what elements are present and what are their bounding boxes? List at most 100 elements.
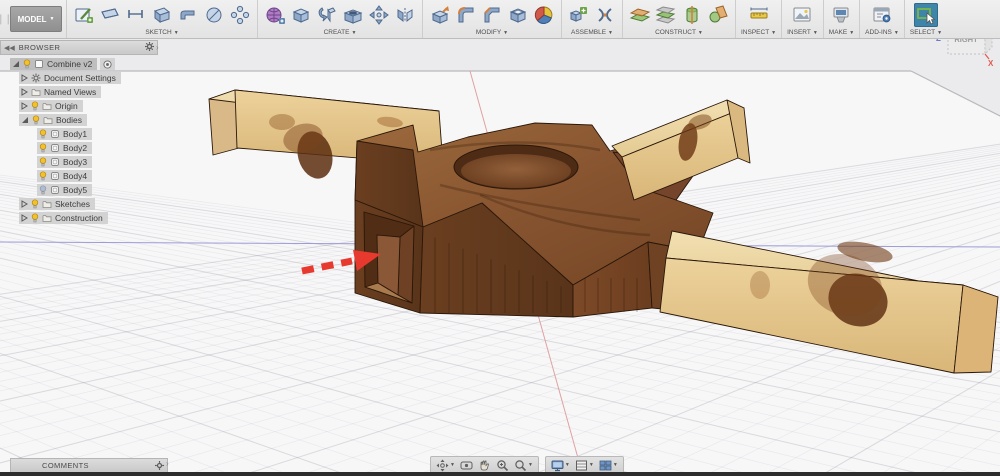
visibility-bulb-on-icon[interactable] <box>31 213 39 223</box>
axis-icon[interactable] <box>680 3 704 27</box>
browser-gear-icon[interactable] <box>145 42 154 53</box>
toolbar-group-label[interactable]: INSERT ▼ <box>787 28 818 37</box>
appearance-icon[interactable] <box>532 3 556 27</box>
tree-item-bodies[interactable]: Bodies <box>19 114 87 126</box>
tree-item-origin[interactable]: Origin <box>19 100 83 112</box>
fit-button[interactable]: ▼ <box>512 458 535 472</box>
activate-component-radio[interactable] <box>100 58 116 70</box>
toolbar-group-label[interactable]: CONSTRUCT ▼ <box>628 28 730 37</box>
browser-header[interactable]: ◀◀ BROWSER <box>0 40 158 55</box>
visibility-bulb-on-icon[interactable] <box>39 157 47 167</box>
create-sketch-icon[interactable] <box>72 3 96 27</box>
chevron-down-icon: ▼ <box>351 29 357 36</box>
revolve-icon[interactable] <box>315 3 339 27</box>
measure-icon[interactable] <box>747 3 771 27</box>
visibility-bulb-on-icon[interactable] <box>31 101 39 111</box>
tree-item-body5[interactable]: Body5 <box>37 184 93 196</box>
workspace-switcher[interactable]: MODEL ▼ <box>10 6 62 32</box>
toolbar-group-label[interactable]: ASSEMBLE ▼ <box>567 28 617 37</box>
expander-expanded-icon[interactable] <box>12 60 20 68</box>
comments-panel: COMMENTS › <box>10 458 169 473</box>
line-icon[interactable] <box>124 3 148 27</box>
visibility-bulb-on-icon[interactable] <box>23 59 31 69</box>
chevron-down-icon: ▼ <box>173 29 179 36</box>
press-pull-icon[interactable] <box>428 3 452 27</box>
box-icon[interactable] <box>289 3 313 27</box>
pattern-icon[interactable] <box>367 3 391 27</box>
joint-icon[interactable] <box>593 3 617 27</box>
midplane-icon[interactable] <box>654 3 678 27</box>
mirror-icon[interactable] <box>393 3 417 27</box>
visibility-bulb-on-icon[interactable] <box>31 199 39 209</box>
shell-icon[interactable] <box>506 3 530 27</box>
zoom-button[interactable] <box>494 458 511 472</box>
project-icon[interactable] <box>150 3 174 27</box>
chamfer-icon[interactable] <box>480 3 504 27</box>
visibility-bulb-on-icon[interactable] <box>32 115 40 125</box>
expander-expanded-icon[interactable] <box>21 116 29 124</box>
tree-item-body2[interactable]: Body2 <box>37 142 93 154</box>
collapse-left-icon[interactable]: ◀◀ <box>4 44 15 52</box>
toolbar-group-label[interactable]: ADD-INS ▼ <box>865 28 899 37</box>
look-at-button[interactable] <box>458 458 475 472</box>
expander-collapsed-icon[interactable] <box>21 214 28 222</box>
tree-item-named-views[interactable]: Named Views <box>19 86 102 98</box>
sweep-sketch-icon[interactable] <box>176 3 200 27</box>
rectangle-icon[interactable] <box>98 3 122 27</box>
folder-icon <box>42 101 52 111</box>
visibility-bulb-off-icon[interactable] <box>39 185 47 195</box>
comments-title: COMMENTS <box>42 461 89 470</box>
fillet-icon[interactable] <box>454 3 478 27</box>
toolbar-group-label[interactable]: SKETCH ▼ <box>72 28 252 37</box>
tree-item-label: Body5 <box>63 185 88 195</box>
make-print-icon[interactable] <box>829 3 853 27</box>
toolbar-group-label[interactable]: MODIFY ▼ <box>428 28 556 37</box>
body-icon <box>50 143 60 153</box>
grid-snaps-button[interactable]: ▼ <box>573 458 596 472</box>
toolbar-grip[interactable]: ❘❘ <box>0 0 12 38</box>
tree-item-body3[interactable]: Body3 <box>37 156 93 168</box>
sketch-pattern-icon[interactable] <box>228 3 252 27</box>
tree-item-sketches[interactable]: Sketches <box>19 198 95 210</box>
expander-collapsed-icon[interactable] <box>21 88 28 96</box>
workspace-label: MODEL <box>17 14 47 24</box>
offset-plane-icon[interactable] <box>628 3 652 27</box>
scripts-icon[interactable] <box>870 3 894 27</box>
hole-icon[interactable] <box>341 3 365 27</box>
tree-item-body1[interactable]: Body1 <box>37 128 93 140</box>
comments-header[interactable]: COMMENTS <box>10 458 168 473</box>
expander-collapsed-icon[interactable] <box>21 200 28 208</box>
comments-expand-icon[interactable]: › <box>166 459 169 468</box>
new-component-icon[interactable] <box>567 3 591 27</box>
tree-item-construction[interactable]: Construction <box>19 212 108 224</box>
display-settings-button[interactable]: ▼ <box>549 458 572 472</box>
body-icon <box>50 157 60 167</box>
visibility-bulb-on-icon[interactable] <box>39 143 47 153</box>
expander-collapsed-icon[interactable] <box>21 102 28 110</box>
chevron-down-icon: ▼ <box>849 29 855 36</box>
visibility-bulb-on-icon[interactable] <box>39 171 47 181</box>
visibility-bulb-on-icon[interactable] <box>39 129 47 139</box>
toolbar-group-label[interactable]: SELECT ▼ <box>910 28 942 37</box>
toolbar-group-label[interactable]: CREATE ▼ <box>263 28 417 37</box>
tree-item-combine-v2[interactable]: Combine v2 <box>10 58 98 70</box>
toolbar-group-insert: INSERT ▼ <box>781 0 823 38</box>
form-icon[interactable] <box>263 3 287 27</box>
orbit-button[interactable]: ▼ <box>434 458 457 472</box>
tangent-plane-icon[interactable] <box>706 3 730 27</box>
circle-icon[interactable] <box>202 3 226 27</box>
select-icon[interactable] <box>913 3 938 27</box>
main-toolbar: ❘❘ MODEL ▼ SKETCH▼ CREATE▼ MODIFY▼ ASSEMBLE… <box>0 0 1000 39</box>
toolbar-group-add-ins: ADD-INS ▼ <box>859 0 904 38</box>
tree-item-body4[interactable]: Body4 <box>37 170 93 182</box>
toolbar-group-label[interactable]: INSPECT ▼ <box>741 28 776 37</box>
tree-item-document-settings[interactable]: Document Settings <box>19 72 121 84</box>
tree-item-label: Body3 <box>63 157 88 167</box>
pan-button[interactable] <box>476 458 493 472</box>
browser-expand-icon[interactable]: › <box>156 43 159 52</box>
viewports-button[interactable]: ▼ <box>597 458 620 472</box>
expander-collapsed-icon[interactable] <box>21 74 28 82</box>
toolbar-group-label[interactable]: MAKE ▼ <box>829 28 854 37</box>
insert-image-icon[interactable] <box>790 3 814 27</box>
toolbar-group-sketch: SKETCH ▼ <box>66 0 257 38</box>
